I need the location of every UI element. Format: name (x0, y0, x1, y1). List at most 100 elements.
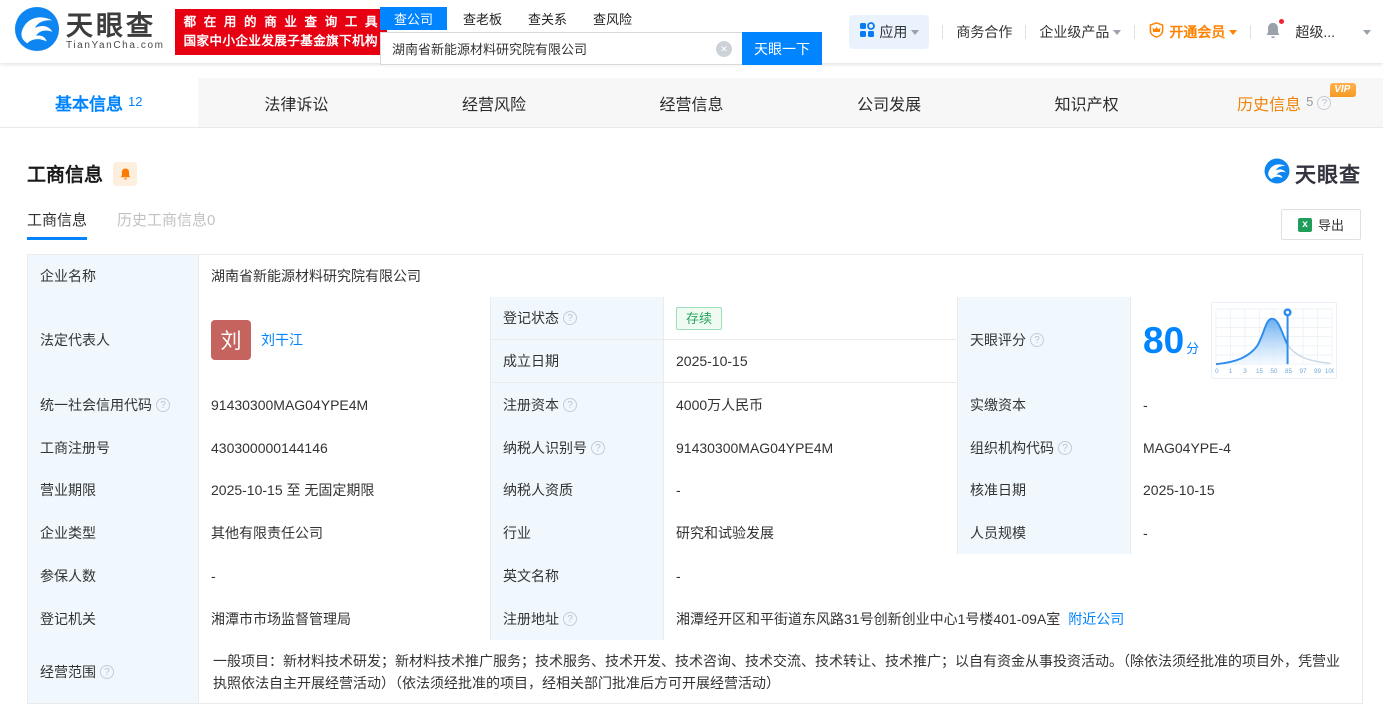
field-label: 人员规模 (958, 511, 1131, 554)
tab-label: 基本信息 (55, 95, 124, 114)
search-input[interactable] (380, 32, 742, 65)
tab-count: 5 (1306, 94, 1314, 109)
nearby-companies-link[interactable]: 附近公司 (1068, 609, 1124, 629)
svg-text:97: 97 (1300, 367, 1307, 374)
address-value: 湘潭经开区和平街道东风路31号创新创业中心1号楼401-09A室 (676, 610, 1061, 627)
nav-divider (1134, 24, 1136, 39)
help-icon[interactable] (563, 397, 577, 412)
help-icon[interactable] (1317, 95, 1332, 110)
help-icon[interactable] (591, 440, 605, 455)
svg-text:50: 50 (1271, 367, 1278, 374)
tianyancha-logo[interactable]: 天眼查 TianYanCha.com (14, 6, 165, 57)
tab-label: 知识产权 (1054, 96, 1119, 114)
status-badge: 存续 (676, 306, 723, 330)
subtab-history-business-info[interactable]: 历史工商信息0 (117, 209, 215, 240)
table-row: 营业期限 2025-10-15 至 无固定期限 纳税人资质 - 核准日期 202… (28, 469, 1362, 511)
bell-icon (120, 167, 130, 180)
clear-search-icon[interactable] (716, 41, 732, 57)
chevron-down-icon (911, 30, 920, 35)
search-tab-risk[interactable]: 查风险 (583, 7, 642, 30)
legal-rep-link[interactable]: 刘干江 (261, 330, 303, 350)
promo-line-1: 都在用的商业查询工具 (183, 14, 378, 29)
field-label: 成立日期 (491, 340, 664, 382)
industry-value: 研究和试验发展 (664, 511, 958, 554)
search-tab-boss[interactable]: 查老板 (453, 7, 512, 30)
paid-capital-value: - (1131, 383, 1362, 426)
promo-banner: 都在用的商业查询工具 国家中小企业发展子基金旗下机构 (174, 8, 387, 55)
table-row: 统一社会信用代码 91430300MAG04YPE4M 注册资本 4000万人民… (28, 383, 1362, 426)
help-icon[interactable] (1030, 333, 1044, 347)
help-icon[interactable] (1058, 440, 1072, 455)
table-row: 经营范围 一般项目：新材料技术研发；新材料技术推广服务；技术服务、技术开发、技术… (28, 640, 1362, 703)
business-term-value: 2025-10-15 至 无固定期限 (199, 469, 491, 511)
reg-authority-value: 湘潭市市场监督管理局 (199, 597, 491, 640)
nav-divider (942, 24, 944, 39)
svg-text:100: 100 (1325, 367, 1334, 374)
help-icon[interactable] (100, 664, 114, 679)
subscribe-bell-button[interactable] (113, 161, 138, 186)
tab-count: 12 (128, 94, 143, 109)
export-button[interactable]: 导出 (1281, 209, 1361, 240)
nav-enterprise-products[interactable]: 企业级产品 (1039, 22, 1122, 42)
search-tab-company[interactable]: 查公司 (380, 6, 448, 30)
top-header: 天眼查 TianYanCha.com 都在用的商业查询工具 国家中小企业发展子基… (0, 0, 1383, 65)
field-label: 登记状态 (491, 297, 664, 339)
chevron-down-icon (1113, 30, 1122, 35)
table-row: 参保人数 - 英文名称 - (28, 554, 1362, 597)
field-label: 行业 (491, 511, 664, 554)
nav-cooperation[interactable]: 商务合作 (956, 22, 1012, 42)
business-info-table: 企业名称 湖南省新能源材料研究院有限公司 法定代表人 刘 刘干江 登记状态 存续… (27, 254, 1363, 704)
score-unit: 分 (1186, 340, 1200, 356)
section-title: 工商信息 (27, 165, 104, 186)
taxpayer-id-value: 91430300MAG04YPE4M (664, 426, 958, 469)
nav-divider (1025, 24, 1027, 39)
field-label: 工商注册号 (28, 426, 199, 469)
nav-account-menu[interactable]: 超级... (1295, 22, 1371, 42)
insured-value: - (199, 554, 491, 597)
svg-text:85: 85 (1285, 367, 1292, 374)
help-icon[interactable] (563, 311, 577, 325)
table-row: 法定代表人 刘 刘干江 登记状态 存续 成立日期 2025-10-15 天眼评分 (28, 297, 1362, 383)
score-distribution-chart: 0 1 3 15 50 85 97 99 100 (1211, 301, 1338, 379)
export-label: 导出 (1317, 218, 1344, 233)
vip-badge: VIP (1330, 83, 1357, 97)
tab-basic-info[interactable]: 基本信息 12 (0, 78, 198, 127)
company-name-value: 湖南省新能源材料研究院有限公司 (199, 255, 1362, 297)
reg-number-value: 430300000144146 (199, 426, 491, 469)
tab-label: 经营信息 (659, 96, 724, 114)
address-cell: 湘潭经开区和平街道东风路31号创新创业中心1号楼401-09A室 附近公司 (664, 597, 1362, 640)
top-nav: 应用 商务合作 企业级产品 开通会员 超级... (849, 14, 1371, 49)
tab-intellectual-property[interactable]: 知识产权 (988, 78, 1186, 127)
tianyancha-logo-icon (1264, 158, 1290, 189)
field-label: 纳税人资质 (491, 469, 664, 511)
search-button[interactable]: 天眼一下 (742, 32, 822, 65)
tab-business-info[interactable]: 经营信息 (593, 78, 791, 127)
notifications-button[interactable] (1264, 17, 1286, 43)
enterprise-label: 企业级产品 (1039, 23, 1110, 40)
field-label: 英文名称 (491, 554, 664, 597)
excel-icon (1297, 217, 1312, 232)
tab-label: 历史信息 (1237, 96, 1302, 114)
establish-date-value: 2025-10-15 (664, 340, 958, 382)
tianyancha-watermark: 天眼查 (1264, 158, 1361, 189)
help-icon[interactable] (156, 397, 170, 412)
search-tab-relation[interactable]: 查关系 (518, 7, 577, 30)
org-code-value: MAG04YPE-4 (1131, 426, 1362, 469)
field-label: 天眼评分 (958, 297, 1131, 383)
logo-text: 天眼查 (66, 10, 156, 41)
tab-label: 公司发展 (857, 96, 922, 114)
field-label: 参保人数 (28, 554, 199, 597)
tab-legal-litigation[interactable]: 法律诉讼 (198, 78, 396, 127)
table-row: 登记机关 湘潭市市场监督管理局 注册地址 湘潭经开区和平街道东风路31号创新创业… (28, 597, 1362, 640)
nav-open-vip[interactable]: 开通会员 (1148, 22, 1238, 42)
apps-menu[interactable]: 应用 (849, 14, 930, 49)
open-vip-label: 开通会员 (1169, 23, 1226, 40)
avatar[interactable]: 刘 (211, 320, 251, 360)
help-icon[interactable] (563, 611, 577, 626)
tab-company-development[interactable]: 公司发展 (790, 78, 988, 127)
tab-history-info[interactable]: VIP 历史信息 5 (1185, 78, 1383, 127)
tab-operational-risk[interactable]: 经营风险 (395, 78, 593, 127)
field-label: 企业名称 (28, 255, 199, 297)
subtab-business-info[interactable]: 工商信息 (27, 209, 88, 240)
svg-text:3: 3 (1243, 367, 1247, 374)
